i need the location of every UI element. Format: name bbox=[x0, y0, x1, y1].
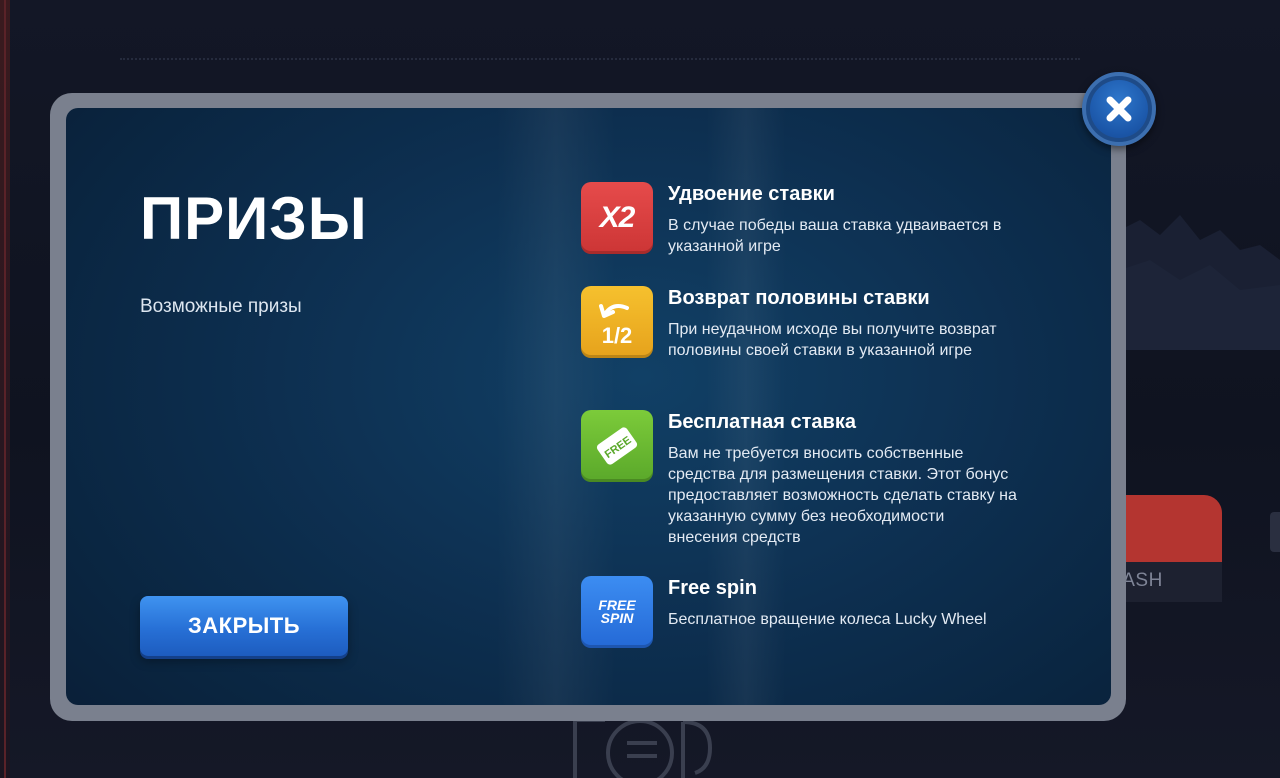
svg-text:1/2: 1/2 bbox=[602, 323, 633, 348]
background-dotted-line bbox=[120, 58, 1080, 60]
prize-title: Удвоение ставки bbox=[668, 183, 835, 205]
undo-arrow-icon: 1/2 bbox=[599, 304, 633, 348]
half-refund-icon: 1/2 bbox=[581, 286, 653, 358]
prize-description: Бесплатное вращение колеса Lucky Wheel bbox=[668, 611, 987, 628]
prize-title: Free spin bbox=[668, 577, 757, 599]
prize-description: Вам не требуется вносить собственные сре… bbox=[668, 445, 1017, 546]
close-icon bbox=[1106, 96, 1132, 122]
background-chart bbox=[1120, 215, 1280, 350]
prize-description: При неудачном исходе вы получите возврат… bbox=[668, 321, 997, 359]
modal-subtitle: Возможные призы bbox=[140, 296, 302, 317]
free-bet-icon: FREE bbox=[581, 410, 653, 482]
free-ticket-icon: FREE bbox=[596, 427, 638, 465]
x2-icon: X2 bbox=[581, 182, 653, 254]
background-side-button bbox=[1270, 512, 1280, 552]
prize-title: Возврат половины ставки bbox=[668, 287, 930, 309]
prize-description: В случае победы ваша ставка удваивается … bbox=[668, 217, 1002, 255]
prize-title: Бесплатная ставка bbox=[668, 411, 856, 433]
free-spin-icon: FREE SPIN bbox=[581, 576, 653, 648]
close-button[interactable]: ЗАКРЫТЬ bbox=[140, 596, 348, 656]
close-modal-button[interactable] bbox=[1082, 72, 1156, 146]
background-left-edge bbox=[0, 0, 10, 778]
modal-title: ПРИЗЫ bbox=[140, 185, 368, 252]
